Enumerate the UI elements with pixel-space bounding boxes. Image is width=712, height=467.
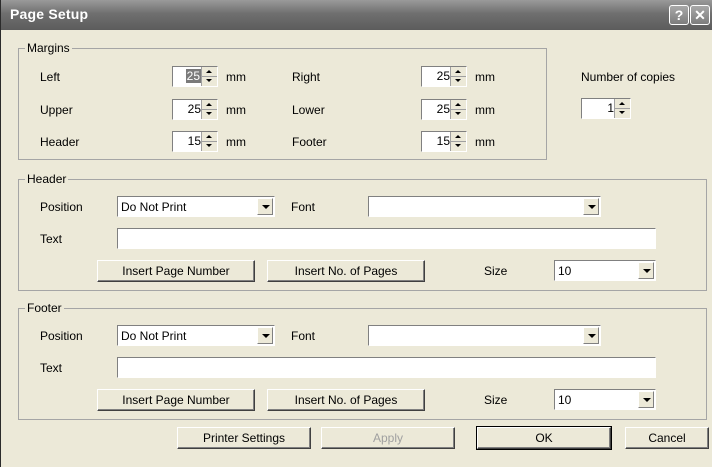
margins-group: Margins Left 25 mm Right 25 mm Upper 25 … <box>18 41 547 160</box>
header-insert-page-number-button[interactable]: Insert Page Number <box>97 260 255 282</box>
header-font-label: Font <box>291 200 316 214</box>
footer-insert-page-number-button[interactable]: Insert Page Number <box>97 389 255 411</box>
header-position-select[interactable]: Do Not Print <box>117 196 275 217</box>
copies-spinner[interactable]: 1 <box>581 98 631 119</box>
footer-size-value: 10 <box>558 393 572 407</box>
header-group: Header Position Do Not Print Font Text I… <box>18 172 707 291</box>
footer-margin-value[interactable]: 15 <box>437 134 450 148</box>
header-margin-spinner[interactable]: 15 <box>172 131 218 152</box>
cancel-button[interactable]: Cancel <box>625 427 709 449</box>
footer-legend: Footer <box>25 301 64 315</box>
margins-legend: Margins <box>25 41 72 55</box>
footer-position-label: Position <box>40 329 83 343</box>
left-margin-value[interactable]: 25 <box>185 69 201 83</box>
footer-size-select[interactable]: 10 <box>554 389 656 410</box>
dialog-body: Margins Left 25 mm Right 25 mm Upper 25 … <box>1 30 712 467</box>
lower-margin-unit: mm <box>475 103 495 117</box>
spin-down-icon[interactable] <box>202 141 217 150</box>
right-margin-unit: mm <box>475 70 495 84</box>
left-margin-spinner[interactable]: 25 <box>172 66 218 87</box>
dropdown-arrow-icon[interactable] <box>638 262 654 279</box>
footer-size-label: Size <box>484 393 508 407</box>
dropdown-arrow-icon[interactable] <box>257 327 273 344</box>
footer-insert-no-pages-button[interactable]: Insert No. of Pages <box>267 389 425 411</box>
header-legend: Header <box>25 172 69 186</box>
dropdown-arrow-icon[interactable] <box>583 327 599 344</box>
spin-down-icon[interactable] <box>202 109 217 118</box>
spin-down-icon[interactable] <box>202 76 217 85</box>
dropdown-arrow-icon[interactable] <box>638 391 654 408</box>
upper-margin-spinner[interactable]: 25 <box>172 99 218 120</box>
copies-label: Number of copies <box>581 70 676 84</box>
header-position-label: Position <box>40 200 83 214</box>
footer-text-input[interactable] <box>117 357 656 378</box>
copies-value[interactable]: 1 <box>607 101 614 115</box>
header-margin-label: Header <box>40 135 80 149</box>
dropdown-arrow-icon[interactable] <box>583 198 599 215</box>
left-margin-unit: mm <box>226 70 246 84</box>
printer-settings-button[interactable]: Printer Settings <box>177 427 311 449</box>
page-setup-dialog: Page Setup ? ✕ Margins Left 25 mm Right … <box>0 0 712 467</box>
header-size-select[interactable]: 10 <box>554 260 656 281</box>
upper-margin-label: Upper <box>40 103 73 117</box>
lower-margin-label: Lower <box>292 103 325 117</box>
title-bar[interactable]: Page Setup ? ✕ <box>1 0 712 30</box>
lower-margin-spinner[interactable]: 25 <box>421 99 467 120</box>
ok-button[interactable]: OK <box>476 426 612 450</box>
header-size-label: Size <box>484 264 508 278</box>
upper-margin-unit: mm <box>226 103 246 117</box>
header-text-label: Text <box>40 232 63 246</box>
upper-margin-value[interactable]: 25 <box>188 102 201 116</box>
header-position-value: Do Not Print <box>121 200 187 214</box>
dialog-title: Page Setup <box>10 6 89 22</box>
footer-margin-label: Footer <box>292 135 327 149</box>
right-margin-label: Right <box>292 70 321 84</box>
header-size-value: 10 <box>558 264 572 278</box>
header-margin-unit: mm <box>226 135 246 149</box>
footer-group: Footer Position Do Not Print Font Text I… <box>18 301 707 420</box>
spin-down-icon[interactable] <box>451 109 466 118</box>
apply-button[interactable]: Apply <box>321 427 455 449</box>
footer-position-value: Do Not Print <box>121 329 187 343</box>
footer-margin-unit: mm <box>475 135 495 149</box>
header-text-input[interactable] <box>117 228 656 249</box>
lower-margin-value[interactable]: 25 <box>437 102 450 116</box>
footer-font-label: Font <box>291 329 316 343</box>
help-button[interactable]: ? <box>669 5 689 25</box>
header-insert-no-pages-button[interactable]: Insert No. of Pages <box>267 260 425 282</box>
header-margin-value[interactable]: 15 <box>188 134 201 148</box>
footer-font-select[interactable] <box>368 325 601 346</box>
close-button[interactable]: ✕ <box>690 5 710 25</box>
right-margin-spinner[interactable]: 25 <box>421 66 467 87</box>
header-font-select[interactable] <box>368 196 601 217</box>
footer-position-select[interactable]: Do Not Print <box>117 325 275 346</box>
dropdown-arrow-icon[interactable] <box>257 198 273 215</box>
footer-margin-spinner[interactable]: 15 <box>421 131 467 152</box>
right-margin-value[interactable]: 25 <box>437 69 450 83</box>
spin-down-icon[interactable] <box>451 141 466 150</box>
left-margin-label: Left <box>40 70 61 84</box>
spin-down-icon[interactable] <box>615 108 630 117</box>
spin-down-icon[interactable] <box>451 76 466 85</box>
footer-text-label: Text <box>40 361 63 375</box>
